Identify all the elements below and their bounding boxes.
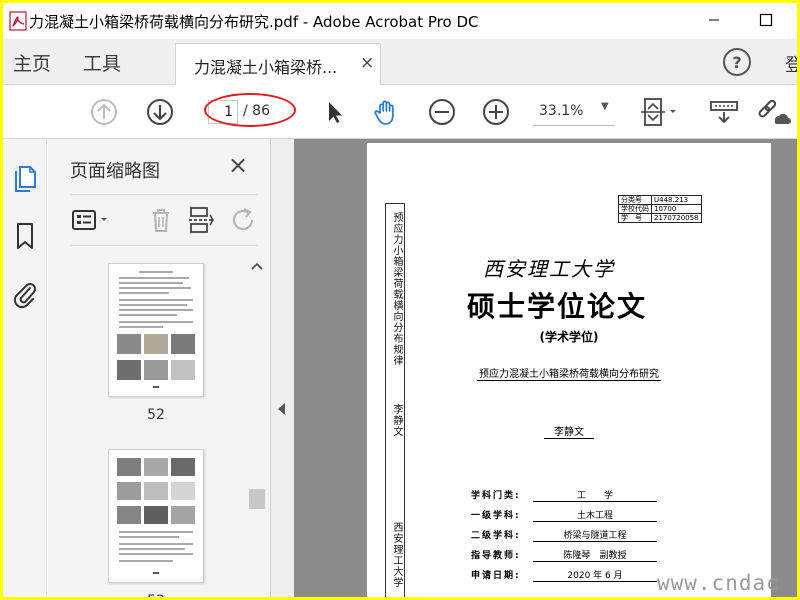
app-window: 力混凝土小箱梁桥荷载横向分布研究.pdf - Adobe Acrobat Pro… [3,3,797,597]
table-cell: 学校代码 [618,204,652,214]
thesis-title-line: 预应力混凝土小箱梁桥荷载横向分布研究 [367,365,771,381]
document-page: 预应力小箱梁荷载横向分布规律 李静文 西安理工大学 分类号 U448.213 学… [367,143,771,597]
info-value: 2020 年 6 月 [533,568,657,582]
thumbnail-page[interactable] [108,449,204,583]
thumbnail-page-label: 52 [147,407,165,423]
zoom-in-icon[interactable] [481,97,511,127]
share-link-icon[interactable] [755,97,791,127]
thumbnail-content [117,271,195,388]
table-row: 学校代码 10700 [618,204,702,214]
maximize-icon [759,13,773,27]
table-row: 学 号 2170720058 [618,213,702,223]
info-row: 学科门类: 工 学 [471,488,657,502]
rotate-page-icon[interactable] [228,205,258,235]
degree-type: (学术学位) [539,330,599,344]
divider [70,194,258,195]
menu-bar: 主页 工具 力混凝土小箱梁桥... × ? 登 [3,39,797,85]
table-cell: 学 号 [618,213,652,223]
school-calligraphy: 西安理工大学 [483,257,615,281]
info-row: 指导教师: 陈隆琴 副教授 [471,548,657,562]
thumbnails-title: 页面缩略图 [70,161,160,182]
author-line: 李静文 [367,423,771,439]
spine-box: 预应力小箱梁荷载横向分布规律 李静文 西安理工大学 [385,203,405,597]
thumbnails-close-button[interactable]: × [228,151,248,179]
menu-tools[interactable]: 工具 [83,49,121,76]
insert-page-icon[interactable] [186,205,216,235]
table-cell: U448.213 [651,195,702,205]
info-value: 土木工程 [533,508,657,522]
page-thumbnails-icon[interactable] [11,163,39,193]
thumbnail-page-label: 53 [108,593,204,597]
zoom-underline [533,125,615,126]
thesis-title: 预应力混凝土小箱梁桥荷载横向分布研究 [477,369,661,381]
info-row: 二级学科: 桥梁与隧道工程 [471,528,657,542]
document-tab-label: 力混凝土小箱梁桥... [194,58,338,77]
acrobat-icon [9,11,27,31]
thumbnail-content [117,458,195,574]
title-bar: 力混凝土小箱梁桥荷载横向分布研究.pdf - Adobe Acrobat Pro… [3,3,797,39]
author-name: 李静文 [544,427,594,439]
info-value: 工 学 [533,488,657,502]
info-label: 指导教师: [471,551,521,561]
classification-table: 分类号 U448.213 学校代码 10700 学 号 2170720058 [618,195,702,223]
toolbar: 1 / 86 33.1% ▼ [3,85,797,139]
zoom-level-input[interactable]: 33.1% [539,103,583,119]
table-cell: 2170720058 [651,213,702,223]
annotation-ellipse [204,93,296,127]
zoom-out-icon[interactable] [427,97,457,127]
window-title: 力混凝土小箱梁桥荷载横向分布研究.pdf - Adobe Acrobat Pro… [29,13,479,31]
info-label: 一级学科: [471,511,521,521]
minimize-icon [709,19,719,21]
table-row: 分类号 U448.213 [618,195,702,205]
degree-title: 硕士学位论文 [467,290,648,323]
table-cell: 分类号 [618,195,652,205]
info-value: 陈隆琴 副教授 [533,548,657,562]
delete-page-icon[interactable] [146,205,176,235]
thumbnails-panel: 页面缩略图 × 52 [48,139,270,597]
info-value: 桥梁与隧道工程 [533,528,657,542]
bookmarks-icon[interactable] [11,221,39,251]
next-page-icon[interactable] [145,97,175,127]
navigation-rail [3,139,47,597]
document-view[interactable]: 预应力小箱梁荷载横向分布规律 李静文 西安理工大学 分类号 U448.213 学… [294,139,797,597]
menu-home[interactable]: 主页 [13,49,51,76]
document-tab[interactable]: 力混凝土小箱梁桥... × [175,43,381,85]
panel-collapse-strip[interactable] [270,139,294,597]
tab-close-button[interactable]: × [360,53,374,73]
fit-page-icon[interactable] [639,97,679,127]
signin-button[interactable]: 登 [785,51,797,77]
info-label: 二级学科: [471,531,521,541]
select-tool-icon[interactable] [319,97,349,127]
hand-tool-icon[interactable] [371,97,401,127]
minimize-button[interactable] [691,3,737,37]
thumbnail-options-icon[interactable] [70,205,114,235]
info-row: 一级学科: 土木工程 [471,508,657,522]
thumbnail-page[interactable] [108,263,204,397]
help-button[interactable]: ? [723,48,751,76]
info-label: 学科门类: [471,491,521,501]
info-label: 申请日期: [471,571,521,581]
attachments-icon[interactable] [11,279,39,309]
scroll-mode-icon[interactable] [709,97,739,127]
table-cell: 10700 [651,204,702,214]
spine-school: 西安理工大学 [391,522,402,588]
collapse-arrow-icon[interactable] [278,403,285,415]
previous-page-icon[interactable] [89,97,119,127]
zoom-dropdown-icon[interactable]: ▼ [601,101,609,112]
info-row: 申请日期: 2020 年 6 月 [471,568,657,582]
maximize-button[interactable] [743,3,789,37]
watermark: www.cndac [657,571,780,595]
thumbnails-scrollbar[interactable] [248,257,266,597]
divider [70,245,258,246]
